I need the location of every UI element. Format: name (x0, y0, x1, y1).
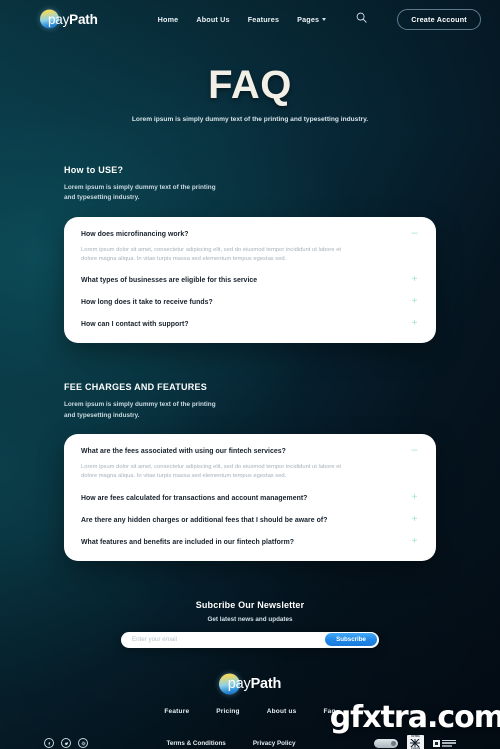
search-icon[interactable] (356, 10, 367, 28)
section-title-fee-charges: FEE CHARGES AND FEATURES (64, 382, 208, 393)
nav-label: Home (157, 14, 179, 24)
social-links (44, 738, 88, 749)
brand-logo[interactable]: payPath (40, 9, 98, 29)
accordion-plus-icon[interactable]: + (410, 297, 419, 307)
create-account-button[interactable]: Create Account (397, 8, 481, 30)
brand-logo-bold: Path (69, 11, 98, 27)
footer-utility-row: Terms & Conditions Privacy Policy ULTRA … (0, 734, 500, 749)
site-header: payPath Home About Us Features Pages Cre… (0, 0, 500, 38)
chevron-down-icon (322, 18, 327, 21)
faq-answer: Lorem ipsum dolor sit amet, consectetur … (81, 246, 342, 262)
faq-question: How long does it take to receive funds? (81, 299, 213, 307)
footer-link-pricing[interactable]: Pricing (216, 708, 239, 715)
nav-item-pages[interactable]: Pages (297, 14, 327, 24)
footer-link-faq[interactable]: Faq (323, 708, 335, 715)
footer-brand-logo-text: payPath (227, 675, 282, 692)
accordion-plus-icon[interactable]: + (410, 536, 419, 546)
content-wrapper: How to USE? Lorem ipsum is simply dummy … (0, 165, 500, 561)
hero-section: FAQ Lorem ipsum is simply dummy text of … (0, 65, 500, 126)
faq-question: How does microfinancing work? (81, 230, 189, 238)
newsletter-form: Enter your email Subscribe (121, 631, 379, 648)
brand-logo-light: pay (48, 11, 70, 27)
faq-item[interactable]: How are fees calculated for transactions… (81, 482, 419, 504)
ultra-clean-badge-icon: ULTRA CLEAN (406, 734, 424, 749)
footer-link-feature[interactable]: Feature (164, 708, 189, 715)
terms-and-conditions-link[interactable]: Terms & Conditions (166, 740, 225, 747)
footer-navigation: Feature Pricing About us Faq (0, 708, 500, 715)
nav-item-home[interactable]: Home (158, 15, 179, 24)
faq-question: How are fees calculated for transactions… (81, 494, 308, 502)
accordion-plus-icon[interactable]: + (410, 319, 419, 329)
email-input-placeholder[interactable]: Enter your email (132, 636, 177, 643)
subscribe-button[interactable]: Subscribe (325, 633, 377, 646)
faq-page: payPath Home About Us Features Pages Cre… (0, 0, 500, 749)
faq-question: What are the fees associated with using … (81, 448, 286, 456)
faq-item[interactable]: How does microfinancing work? – Lorem ip… (81, 227, 419, 265)
certification-badges: ULTRA CLEAN (373, 734, 456, 749)
footer-brand-logo[interactable]: payPath (218, 673, 282, 695)
footer-brand-light: pay (227, 675, 251, 692)
payment-pill-badge-icon (373, 738, 398, 748)
faq-question: What features and benefits are included … (81, 538, 295, 546)
faq-item[interactable]: How can I contact with support? + (81, 308, 419, 330)
faq-item[interactable]: What are the fees associated with using … (81, 445, 419, 482)
faq-question: Are there any hidden charges or addition… (81, 516, 328, 524)
faq-item[interactable]: What features and benefits are included … (81, 526, 419, 548)
twitter-icon[interactable] (61, 738, 71, 749)
faq-item[interactable]: How long does it take to receive funds? … (81, 286, 419, 308)
badge-top-text: ULTRA (411, 734, 420, 738)
newsletter-subtitle: Get latest news and updates (207, 615, 293, 623)
footer-link-about-us[interactable]: About us (267, 708, 297, 715)
hero-subtitle: Lorem ipsum is simply dummy text of the … (131, 116, 369, 123)
footer-brand-bold: Path (250, 675, 282, 692)
accordion-plus-icon[interactable]: + (410, 275, 419, 285)
nav-label: Pages (297, 14, 320, 24)
facebook-icon[interactable] (44, 738, 54, 749)
site-footer: payPath Feature Pricing About us Faq Ter… (0, 673, 500, 749)
faq-answer: Lorem ipsum dolor sit amet, consectetur … (81, 464, 342, 480)
faq-item[interactable]: What types of businesses are eligible fo… (81, 264, 419, 286)
privacy-policy-link[interactable]: Privacy Policy (253, 740, 296, 747)
main-navigation: Home About Us Features Pages Create Acco… (158, 8, 500, 30)
accordion-plus-icon[interactable]: + (410, 514, 419, 524)
accordion-minus-icon[interactable]: – (410, 445, 419, 456)
brand-logo-text: payPath (48, 12, 98, 27)
nav-item-features[interactable]: Features (248, 15, 279, 24)
newsletter-section: Subcribe Our Newsletter Get latest news … (0, 600, 500, 648)
accordion-plus-icon[interactable]: + (410, 492, 419, 502)
faq-item[interactable]: Are there any hidden charges or addition… (81, 504, 419, 526)
legal-links: Terms & Conditions Privacy Policy (166, 740, 295, 747)
faq-card-how-to-use: How does microfinancing work? – Lorem ip… (64, 216, 436, 344)
page-title: FAQ (208, 63, 292, 107)
section-subtitle-fee-charges: Lorem ipsum is simply dummy text of the … (64, 401, 216, 419)
nav-label: Features (247, 14, 280, 24)
section-title-how-to-use: How to USE? (64, 164, 124, 175)
faq-question: How can I contact with support? (81, 321, 189, 329)
section-subtitle-how-to-use: Lorem ipsum is simply dummy text of the … (64, 183, 216, 202)
faq-question: What types of businesses are eligible fo… (81, 277, 258, 285)
nav-label: About Us (196, 14, 230, 24)
badge-starburst-icon (410, 739, 421, 748)
nav-item-about-us[interactable]: About Us (196, 15, 229, 24)
power-badge-icon (432, 739, 456, 747)
newsletter-title: Subcribe Our Newsletter (195, 599, 305, 610)
instagram-icon[interactable] (78, 738, 88, 749)
accordion-minus-icon[interactable]: – (410, 227, 419, 238)
faq-card-fee-charges: What are the fees associated with using … (64, 434, 436, 561)
